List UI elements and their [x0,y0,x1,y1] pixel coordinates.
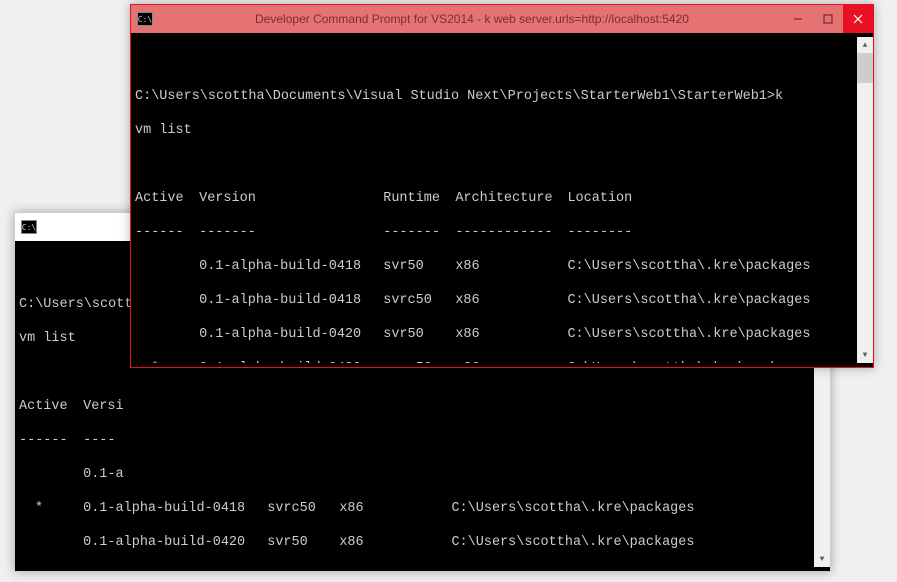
minimize-icon [793,14,803,24]
terminal-line [135,156,857,173]
scroll-down-arrow-icon[interactable]: ▼ [857,347,873,363]
scrollbar[interactable]: ▲ ▼ [857,37,873,363]
titlebar[interactable]: C:\ Developer Command Prompt for VS2014 … [131,5,873,33]
table-row: * 0.1-alpha-build-0420 svrc50 x86 C:\Use… [135,360,857,363]
table-separator: ------ ------- ------- ------------ ----… [135,224,857,241]
table-row: 0.1-alpha-build-0418 svr50 x86 C:\Users\… [135,258,857,275]
table-separator: ------ ---- [19,432,814,449]
scroll-thumb[interactable] [857,53,873,83]
terminal-line: C:\Users\scottha\Documents\Visual Studio… [135,88,857,105]
close-icon [853,14,863,24]
window-title: Developer Command Prompt for VS2014 - k … [161,12,783,26]
table-row: 0.1-alpha-build-0418 svrc50 x86 C:\Users… [135,292,857,309]
terminal-line [135,54,857,71]
close-button[interactable] [843,5,873,33]
terminal-line: vm list [135,122,857,139]
table-row: 0.1-alpha-build-0420 svr50 x86 C:\Users\… [19,534,814,551]
table-row: * 0.1-alpha-build-0418 svrc50 x86 C:\Use… [19,500,814,517]
table-header: Active Versi [19,398,814,415]
table-header: Active Version Runtime Architecture Loca… [135,190,857,207]
scroll-up-arrow-icon[interactable]: ▲ [857,37,873,53]
cmd-icon: C:\ [21,220,37,234]
table-row: 0.1-alpha-build-0420 svr50 x86 C:\Users\… [135,326,857,343]
scroll-down-arrow-icon[interactable]: ▼ [814,551,830,567]
terminal-content: C:\Users\scottha\Documents\Visual Studio… [135,37,857,363]
maximize-button[interactable] [813,5,843,33]
minimize-button[interactable] [783,5,813,33]
terminal-body[interactable]: C:\Users\scottha\Documents\Visual Studio… [131,33,873,367]
table-row: 0.1-a [19,466,814,483]
maximize-icon [823,14,833,24]
cmd-icon: C:\ [137,12,153,26]
command-prompt-window-front: C:\ Developer Command Prompt for VS2014 … [130,4,874,368]
window-controls [783,5,873,33]
scroll-track[interactable] [857,53,873,347]
